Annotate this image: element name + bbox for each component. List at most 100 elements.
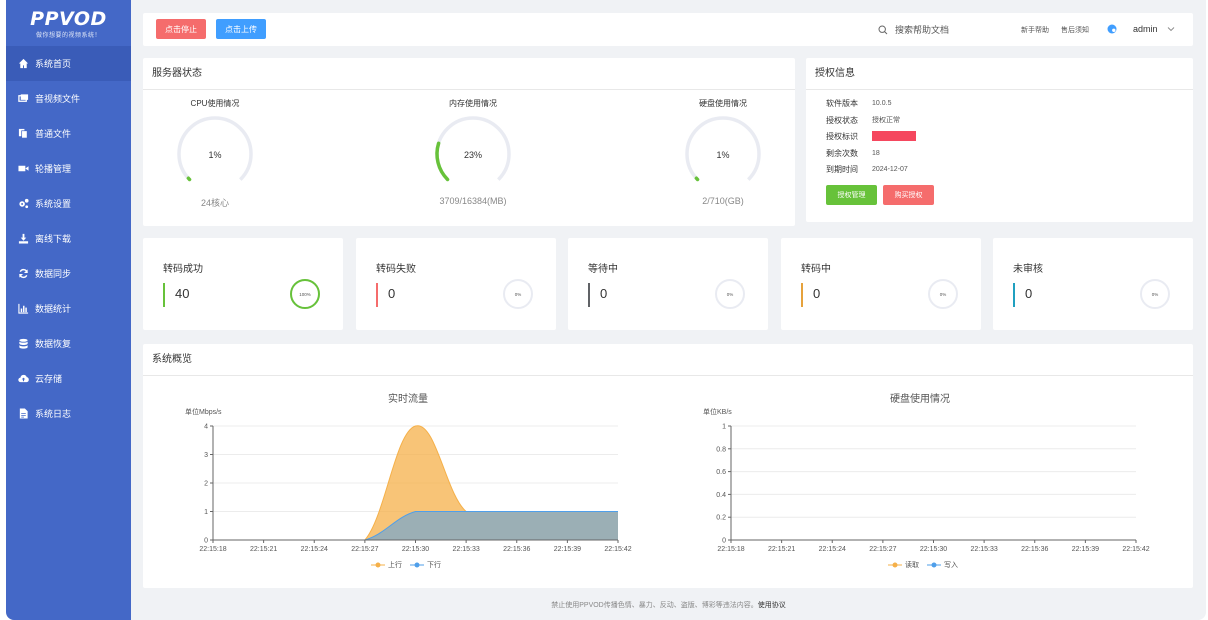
disk-gauge-arc: 1% <box>685 116 761 192</box>
help-search[interactable]: 搜索帮助文档 <box>878 23 949 36</box>
x-tick-label: 22:15:39 <box>554 546 581 553</box>
stat-value: 0 <box>813 286 821 301</box>
stat-color-bar <box>163 283 165 307</box>
y-tick-label: 1 <box>722 424 726 431</box>
terms-link[interactable]: 使用协议 <box>758 602 786 609</box>
sidebar-item-logs[interactable]: 系统日志 <box>6 396 131 431</box>
sidebar-item-label: 系统日志 <box>35 409 72 419</box>
stat-label: 未审核 <box>1013 264 1043 275</box>
disk-usage: 2/710(GB) <box>702 196 744 206</box>
sidebar-item-carousel[interactable]: 轮播管理 <box>6 151 131 186</box>
license-value: 18 <box>872 149 880 157</box>
aftersale-link[interactable]: 售后须知 <box>1061 25 1089 35</box>
license-panel: 授权信息 软件版本 10.0.5 授权状态 授权正常 授权标识 剩余次数 18 到期时… <box>806 58 1193 222</box>
top-toolbar: 点击停止 点击上传 搜索帮助文档 新手帮助 售后须知 admin <box>143 13 1193 46</box>
stat-percent: 100% <box>299 292 311 297</box>
sidebar-item-sync[interactable]: 数据同步 <box>6 256 131 291</box>
license-manage-button[interactable]: 授权管理 <box>826 185 877 205</box>
sidebar-item-label: 数据同步 <box>35 269 72 279</box>
license-key: 剩余次数 <box>826 148 858 158</box>
stat-percent: 0% <box>940 292 947 297</box>
sidebar-item-label: 云存储 <box>35 374 63 384</box>
x-tick-label: 22:15:30 <box>920 546 947 553</box>
sidebar-item-home[interactable]: 系统首页 <box>6 46 131 81</box>
x-tick-label: 22:15:33 <box>453 546 480 553</box>
logo-text: PPVOD <box>30 8 107 30</box>
logo-slogan: 做你想要的视频系统！ <box>35 33 101 39</box>
system-overview-title: 系统概览 <box>143 344 1193 376</box>
cpu-percent: 1% <box>208 150 221 160</box>
disk-y-unit: 单位KB/s <box>703 407 732 416</box>
sidebar-item-media[interactable]: 音视频文件 <box>6 81 131 116</box>
disk-gauge-label: 硬盘使用情况 <box>699 99 747 108</box>
cpu-cores: 24核心 <box>200 198 229 208</box>
footer: 禁止使用PPVOD传播色情、暴力、反动、盗版、博彩等违法内容。使用协议 <box>131 600 1206 610</box>
bar-chart-icon <box>18 303 29 314</box>
stat-progress-ring: 0% <box>503 279 533 309</box>
x-tick-label: 22:15:24 <box>819 546 846 553</box>
stat-progress-ring: 100% <box>290 279 320 309</box>
stat-label: 转码成功 <box>163 264 203 275</box>
file-copy-icon <box>18 128 28 139</box>
gears-icon <box>19 198 29 209</box>
help-link[interactable]: 新手帮助 <box>1021 25 1049 35</box>
y-tick-label: 0.6 <box>716 469 726 476</box>
stat-color-bar <box>1013 283 1015 307</box>
download-icon <box>18 233 29 244</box>
sidebar-item-cloud-storage[interactable]: 云存储 <box>6 361 131 396</box>
buy-license-button[interactable]: 购买授权 <box>883 185 934 205</box>
sidebar-item-recovery[interactable]: 数据恢复 <box>6 326 131 361</box>
license-id-redacted <box>872 131 916 141</box>
sidebar-menu: 系统首页 音视频文件 普通文件 轮播管理 系统设置 离线下载 数据同步 数据统计… <box>6 46 131 431</box>
memory-gauge-label: 内存使用情况 <box>449 99 497 108</box>
user-name[interactable]: admin <box>1133 24 1158 34</box>
sync-icon <box>19 268 28 279</box>
license-key: 到期时间 <box>826 164 858 174</box>
sidebar-item-files[interactable]: 普通文件 <box>6 116 131 151</box>
stat-progress-ring: 0% <box>928 279 958 309</box>
sidebar-item-statistics[interactable]: 数据统计 <box>6 291 131 326</box>
sidebar-item-label: 系统首页 <box>35 59 72 69</box>
server-status-title: 服务器状态 <box>143 58 795 90</box>
search-icon <box>878 24 888 34</box>
chevron-down-icon[interactable] <box>1167 26 1175 32</box>
stat-label: 等待中 <box>588 264 618 275</box>
stat-value: 0 <box>1025 286 1033 301</box>
x-tick-label: 22:15:18 <box>199 546 226 553</box>
x-tick-label: 22:15:33 <box>971 546 998 553</box>
stat-color-bar <box>588 283 590 307</box>
palette-icon[interactable] <box>1107 24 1117 34</box>
stop-button[interactable]: 点击停止 <box>156 19 206 39</box>
stat-value: 0 <box>388 286 396 301</box>
sidebar-item-download[interactable]: 离线下载 <box>6 221 131 256</box>
x-tick-label: 22:15:39 <box>1072 546 1099 553</box>
license-value: 2024-12-07 <box>872 165 908 173</box>
x-tick-label: 22:15:36 <box>1021 546 1048 553</box>
memory-percent: 23% <box>464 150 482 160</box>
license-value: 10.0.5 <box>872 99 892 107</box>
y-tick-label: 0.2 <box>716 515 726 522</box>
stat-progress-ring: 0% <box>715 279 745 309</box>
video-camera-icon <box>18 165 29 172</box>
license-row-remaining: 剩余次数 18 <box>826 146 880 160</box>
license-key: 软件版本 <box>826 98 858 108</box>
y-tick-label: 2 <box>204 481 208 488</box>
database-icon <box>19 338 28 349</box>
sidebar-item-settings[interactable]: 系统设置 <box>6 186 131 221</box>
upload-button[interactable]: 点击上传 <box>216 19 266 39</box>
disk-percent: 1% <box>716 150 729 160</box>
search-placeholder: 搜索帮助文档 <box>895 25 950 35</box>
footer-notice: 禁止使用PPVOD传播色情、暴力、反动、盗版、博彩等违法内容。 <box>551 602 758 609</box>
license-row-version: 软件版本 10.0.5 <box>826 96 891 110</box>
legend-read: 读取 <box>905 562 919 569</box>
y-tick-label: 0.8 <box>716 446 726 453</box>
logo[interactable]: PPVOD 做你想要的视频系统！ <box>6 0 131 46</box>
document-icon <box>19 408 28 419</box>
traffic-chart: 单位Mbps/s 0 1 2 3 4 22:15:18 22:15:21 22:15:24 22… <box>185 407 632 553</box>
sidebar-item-label: 音视频文件 <box>35 94 81 104</box>
stat-label: 转码中 <box>801 264 831 275</box>
server-status-panel: 服务器状态 CPU使用情况 1% 24核心 内存使用情况 23% 3709/16… <box>143 58 795 226</box>
license-row-status: 授权状态 授权正常 <box>826 113 900 127</box>
cloud-upload-icon <box>18 374 29 383</box>
legend-upload-marker <box>371 562 385 568</box>
